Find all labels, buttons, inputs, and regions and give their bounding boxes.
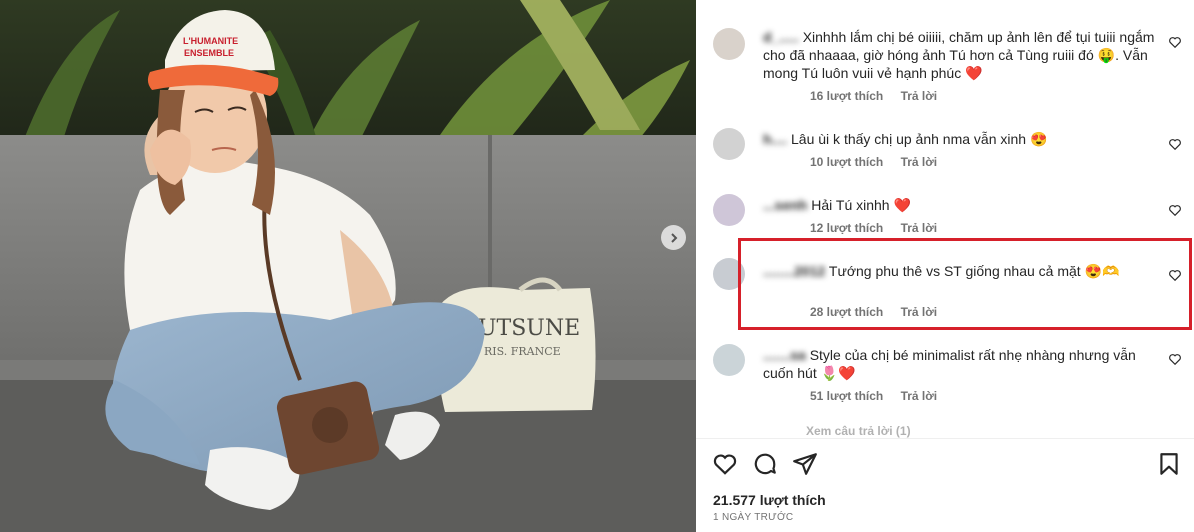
heart-icon[interactable]: [1168, 35, 1182, 49]
comment-icon[interactable]: [752, 451, 778, 477]
heart-icon[interactable]: [1168, 352, 1182, 366]
share-icon[interactable]: [792, 451, 818, 477]
comment-text: d_..... Xinhhh lắm chị bé oiiiii, chăm u…: [763, 28, 1159, 82]
comments-panel: d_..... Xinhhh lắm chị bé oiiiii, chăm u…: [696, 0, 1194, 532]
comment-likes[interactable]: 12 lượt thích: [810, 221, 883, 235]
comment-username[interactable]: d_.....: [763, 29, 799, 45]
svg-text:UTSUNE: UTSUNE: [478, 316, 580, 341]
post-timestamp[interactable]: 1 NGÀY TRƯỚC: [713, 512, 793, 523]
comment-meta: 16 lượt thích Trả lời: [810, 89, 951, 103]
comment-meta: 51 lượt thích Trả lời: [810, 389, 951, 403]
comment-likes[interactable]: 28 lượt thích: [810, 305, 883, 319]
avatar[interactable]: [713, 258, 745, 290]
comment-username[interactable]: h....: [763, 131, 787, 147]
reply-button[interactable]: Trả lời: [901, 89, 938, 103]
chevron-right-icon: [670, 232, 677, 243]
heart-icon[interactable]: [712, 451, 738, 477]
view-replies-link[interactable]: Xem câu trả lời (1): [806, 424, 911, 438]
comment-body: Lâu ùi k thấy chị up ảnh nma vẫn xinh 😍: [791, 131, 1048, 147]
comment-likes[interactable]: 51 lượt thích: [810, 389, 883, 403]
comment-text: ........2012 Tướng phu thê vs ST giống n…: [763, 262, 1159, 280]
comment-text: .......sa Style của chị bé minimalist rấ…: [763, 346, 1159, 382]
avatar[interactable]: [713, 28, 745, 60]
photo-illustration: UTSUNE RIS. FRANCE L'HUMANITE ENSEMBLE: [0, 0, 696, 532]
post-likes-count[interactable]: 21.577 lượt thích: [713, 492, 826, 508]
comment-meta: 12 lượt thích Trả lời: [810, 221, 951, 235]
comment-body: Xinhhh lắm chị bé oiiiii, chăm up ảnh lê…: [763, 29, 1155, 81]
svg-text:RIS. FRANCE: RIS. FRANCE: [484, 345, 561, 358]
avatar[interactable]: [713, 194, 745, 226]
svg-text:ENSEMBLE: ENSEMBLE: [184, 48, 234, 58]
comment-body: Hải Tú xinhh ❤️: [811, 197, 911, 213]
comment-username[interactable]: ........2012: [763, 263, 825, 279]
avatar[interactable]: [713, 344, 745, 376]
comment-meta: 10 lượt thích Trả lời: [810, 155, 951, 169]
heart-icon[interactable]: [1168, 268, 1182, 282]
comment-likes[interactable]: 16 lượt thích: [810, 89, 883, 103]
avatar[interactable]: [713, 128, 745, 160]
reply-button[interactable]: Trả lời: [901, 155, 938, 169]
reply-button[interactable]: Trả lời: [901, 389, 938, 403]
bookmark-icon[interactable]: [1156, 451, 1182, 477]
svg-text:L'HUMANITE: L'HUMANITE: [183, 36, 238, 46]
reply-button[interactable]: Trả lời: [901, 221, 938, 235]
heart-icon[interactable]: [1168, 203, 1182, 217]
comment-text: ...senh Hải Tú xinhh ❤️: [763, 196, 1159, 214]
heart-icon[interactable]: [1168, 137, 1182, 151]
post-photo: UTSUNE RIS. FRANCE L'HUMANITE ENSEMBLE: [0, 0, 696, 532]
comment-body: Tướng phu thê vs ST giống nhau cả mặt 😍🫶: [828, 263, 1120, 279]
comment-username[interactable]: ...senh: [763, 197, 807, 213]
comment-text: h.... Lâu ùi k thấy chị up ảnh nma vẫn x…: [763, 130, 1159, 148]
post-actions: [696, 438, 1194, 485]
reply-button[interactable]: Trả lời: [901, 305, 938, 319]
comment-username[interactable]: .......sa: [763, 347, 806, 363]
comment-likes[interactable]: 10 lượt thích: [810, 155, 883, 169]
next-photo-button[interactable]: [661, 225, 686, 250]
comment-meta: 28 lượt thích Trả lời: [810, 305, 951, 319]
comment-body: Style của chị bé minimalist rất nhẹ nhàn…: [763, 347, 1136, 381]
